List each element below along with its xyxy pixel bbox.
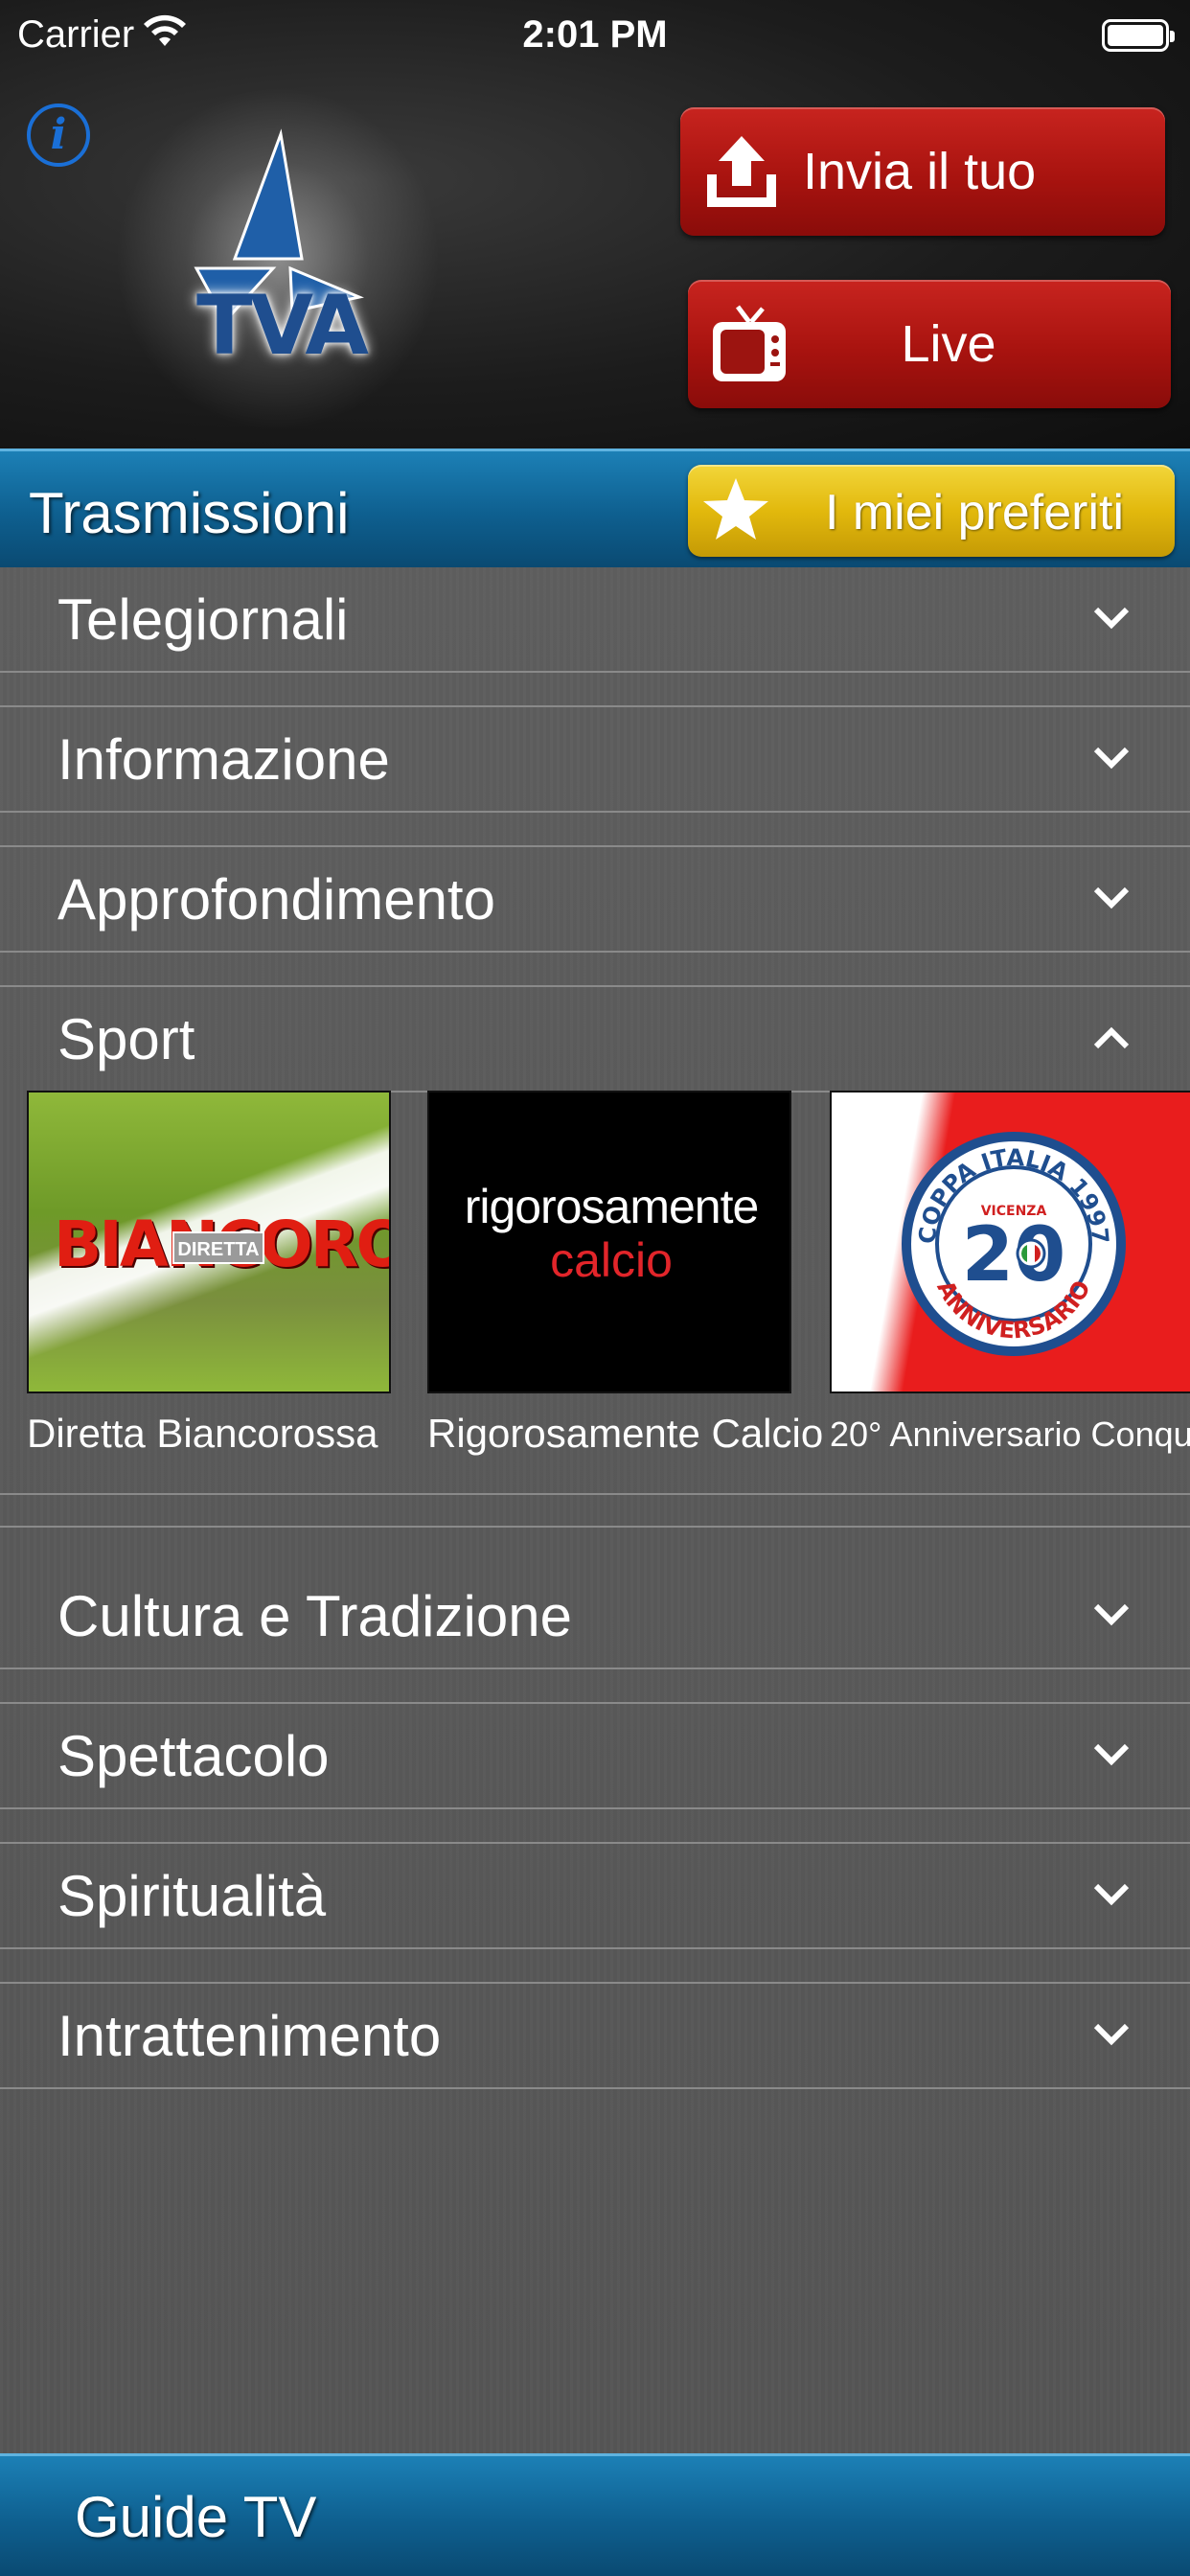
category-label: Approfondimento bbox=[57, 867, 495, 932]
chevron-down-icon bbox=[1093, 1883, 1130, 1906]
thumbnail-tag: DIRETTA bbox=[172, 1231, 264, 1264]
battery-icon bbox=[1102, 19, 1175, 52]
app-header: Carrier 2:01 PM i TVA Invia il tuo video bbox=[0, 0, 1190, 448]
category-row-cultura[interactable]: Cultura e Tradizione bbox=[0, 1564, 1190, 1669]
row-separator bbox=[0, 1669, 1190, 1704]
chevron-down-icon bbox=[1093, 1603, 1130, 1626]
category-label: Informazione bbox=[57, 727, 390, 792]
show-caption: Rigorosamente Calcio bbox=[427, 1411, 824, 1456]
upload-video-button[interactable]: Invia il tuo video bbox=[680, 107, 1165, 329]
chevron-down-icon bbox=[1093, 886, 1130, 909]
row-separator bbox=[0, 1809, 1190, 1844]
chevron-down-icon bbox=[1093, 607, 1130, 630]
seal-number: 20 bbox=[962, 1212, 1066, 1299]
show-card-diretta-biancorossa[interactable]: BIANCOROSSA DIRETTA Diretta Biancorossa bbox=[27, 1091, 391, 1456]
show-thumbnail: COPPA ITALIA 1997 ANNIVERSARIO VICENZA 2… bbox=[830, 1091, 1190, 1393]
show-thumbnail: rigorosamente calcio bbox=[427, 1091, 791, 1393]
row-separator bbox=[0, 953, 1190, 987]
category-row-approfondimento[interactable]: Approfondimento bbox=[0, 847, 1190, 953]
row-separator bbox=[0, 1493, 1190, 1528]
show-caption: 20° Anniversario Conqui... bbox=[830, 1414, 1190, 1454]
chevron-down-icon bbox=[1093, 747, 1130, 770]
row-separator bbox=[0, 813, 1190, 847]
live-button[interactable]: Live bbox=[688, 280, 1171, 408]
live-label: Live bbox=[901, 315, 996, 373]
upload-video-label: Invia il tuo video bbox=[803, 143, 1037, 329]
clock: 2:01 PM bbox=[522, 13, 668, 56]
category-label: Cultura e Tradizione bbox=[57, 1584, 572, 1648]
category-row-informazione[interactable]: Informazione bbox=[0, 707, 1190, 813]
show-thumbnail: BIANCOROSSA DIRETTA bbox=[27, 1091, 391, 1393]
show-card-rigorosamente-calcio[interactable]: rigorosamente calcio Rigorosamente Calci… bbox=[427, 1091, 823, 1456]
status-bar: Carrier 2:01 PM bbox=[0, 0, 1190, 75]
category-label: Spiritualità bbox=[57, 1864, 327, 1928]
category-row-spiritualita[interactable]: Spiritualità bbox=[0, 1844, 1190, 1949]
section-title: Trasmissioni bbox=[29, 481, 350, 545]
category-row-sport[interactable]: Sport bbox=[0, 987, 1190, 1092]
category-label: Sport bbox=[57, 1007, 195, 1071]
show-caption: Diretta Biancorossa bbox=[27, 1411, 378, 1456]
chevron-down-icon bbox=[1093, 2023, 1130, 2046]
category-row-spettacolo[interactable]: Spettacolo bbox=[0, 1704, 1190, 1809]
category-label: Intrattenimento bbox=[57, 2004, 442, 2068]
info-icon[interactable]: i bbox=[27, 104, 90, 167]
thumbnail-title-line2: calcio bbox=[550, 1233, 673, 1287]
category-label: Spettacolo bbox=[57, 1724, 330, 1788]
favorites-button[interactable]: I miei preferiti bbox=[688, 465, 1175, 557]
upload-icon bbox=[707, 136, 776, 207]
favorites-label: I miei preferiti bbox=[824, 485, 1125, 540]
category-row-intrattenimento[interactable]: Intrattenimento bbox=[0, 1984, 1190, 2089]
guide-tv-bar[interactable]: Guide TV bbox=[0, 2453, 1190, 2576]
thumbnail-title-line1: rigorosamente bbox=[464, 1180, 760, 1233]
row-separator bbox=[0, 1949, 1190, 1984]
chevron-up-icon bbox=[1093, 1026, 1130, 1049]
category-label: Telegiornali bbox=[57, 587, 349, 652]
guide-tv-label: Guide TV bbox=[75, 2485, 317, 2549]
sport-carousel[interactable]: BIANCOROSSA DIRETTA Diretta Biancorossa … bbox=[0, 1091, 1190, 1493]
star-icon bbox=[703, 478, 768, 540]
chevron-down-icon bbox=[1093, 1743, 1130, 1766]
anniversary-seal-icon: COPPA ITALIA 1997 ANNIVERSARIO VICENZA 2… bbox=[902, 1132, 1126, 1356]
row-separator bbox=[0, 673, 1190, 707]
section-bar: Trasmissioni I miei preferiti bbox=[0, 448, 1190, 567]
logo-text: TVA bbox=[196, 278, 369, 374]
category-row-telegiornali[interactable]: Telegiornali bbox=[0, 567, 1190, 673]
show-card-anniversario[interactable]: COPPA ITALIA 1997 ANNIVERSARIO VICENZA 2… bbox=[830, 1091, 1190, 1454]
